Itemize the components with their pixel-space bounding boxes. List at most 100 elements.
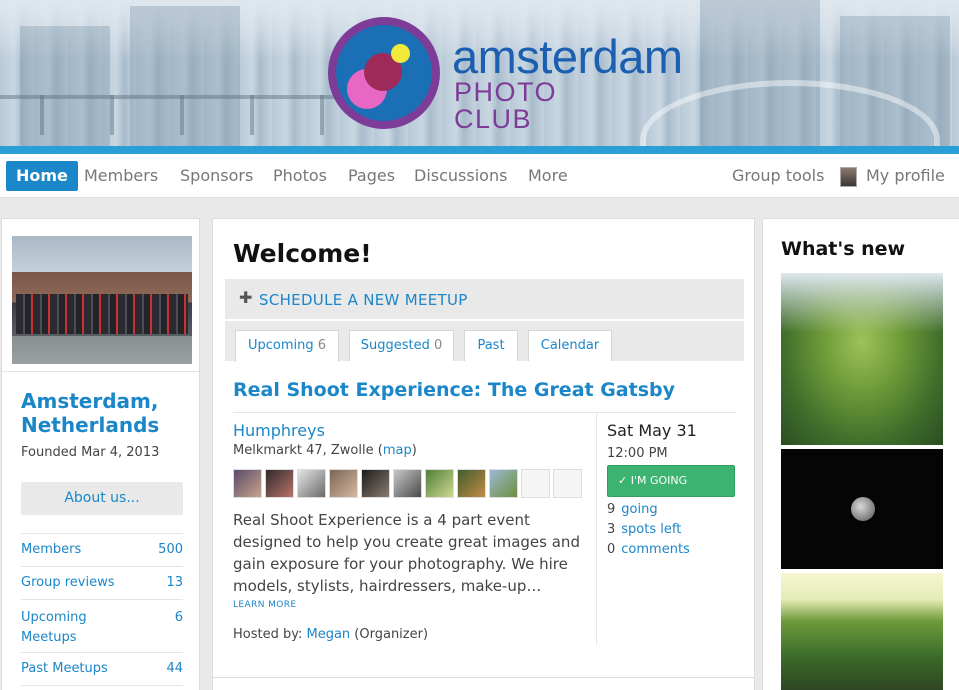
attendee-avatar[interactable]	[361, 469, 390, 498]
attendee-avatar[interactable]	[297, 469, 326, 498]
attendee-placeholder	[521, 469, 550, 498]
stat-divider	[21, 685, 183, 686]
nav-sponsors[interactable]: Sponsors	[180, 161, 253, 191]
im-going-button[interactable]: ✓ I'M GOING	[607, 465, 735, 497]
stat-label: Group reviews	[21, 575, 115, 590]
rsvp-count: 3	[607, 522, 616, 537]
photo-thumbnail[interactable]	[781, 449, 943, 569]
tab-count: 6	[317, 338, 327, 353]
stat-upcoming-meetups[interactable]: Upcoming Meetups 6	[21, 608, 183, 648]
photo-thumbnail[interactable]	[781, 273, 943, 445]
header-stripe	[0, 146, 959, 154]
nav-home[interactable]: Home	[6, 161, 78, 191]
tab-label: Past	[477, 338, 505, 353]
club-logo[interactable]: amsterdam PHOTO CLUB	[328, 17, 683, 133]
stat-value: 13	[166, 575, 183, 590]
rsvp-label[interactable]: spots left	[621, 522, 681, 537]
venue-address: Melkmarkt 47, Zwolle (map)	[233, 443, 417, 458]
rsvp-comments[interactable]: 0 comments	[607, 542, 690, 557]
banner-post	[180, 95, 184, 135]
nav-pages[interactable]: Pages	[348, 161, 395, 191]
banner-post	[320, 95, 324, 135]
nav-my-profile[interactable]: My profile	[866, 161, 945, 191]
schedule-meetup-link[interactable]: SCHEDULE A NEW MEETUP	[259, 291, 468, 309]
group-location[interactable]: Amsterdam, Netherlands	[21, 389, 191, 437]
hosted-prefix: Hosted by:	[233, 627, 307, 642]
sidebar-divider	[2, 371, 199, 372]
stat-divider	[21, 599, 183, 600]
whats-new-heading: What's new	[781, 238, 906, 260]
tab-label: Suggested	[360, 338, 430, 353]
event-title-link[interactable]: Real Shoot Experience: The Great Gatsby	[233, 379, 675, 401]
banner-post	[110, 95, 114, 135]
attendee-avatar[interactable]	[457, 469, 486, 498]
group-sidebar: Amsterdam, Netherlands Founded Mar 4, 20…	[1, 218, 200, 690]
event-description: Real Shoot Experience is a 4 part event …	[233, 511, 580, 595]
main-nav: Home Members Sponsors Photos Pages Discu…	[0, 154, 959, 198]
stat-value: 6	[174, 610, 183, 625]
nav-photos[interactable]: Photos	[273, 161, 327, 191]
attendee-avatar[interactable]	[425, 469, 454, 498]
tab-upcoming[interactable]: Upcoming 6	[235, 330, 339, 362]
venue-link[interactable]: Humphreys	[233, 421, 325, 440]
stat-label: Past Meetups	[21, 661, 108, 676]
rsvp-label[interactable]: going	[621, 502, 657, 517]
stat-divider	[21, 652, 183, 653]
banner-post	[250, 95, 254, 135]
attendee-avatar[interactable]	[265, 469, 294, 498]
nav-more[interactable]: More	[528, 161, 568, 191]
about-us-button[interactable]: About us...	[21, 482, 183, 515]
group-photo[interactable]	[12, 236, 192, 364]
stat-divider	[21, 566, 183, 567]
profile-avatar[interactable]	[840, 167, 857, 187]
rsvp-going[interactable]: 9 going	[607, 502, 658, 517]
map-link[interactable]: map	[383, 443, 412, 458]
nav-members[interactable]: Members	[84, 161, 158, 191]
tab-past[interactable]: Past	[464, 330, 518, 361]
tab-calendar[interactable]: Calendar	[528, 330, 612, 361]
stat-past-meetups[interactable]: Past Meetups 44	[21, 661, 183, 676]
header-banner: amsterdam PHOTO CLUB	[0, 0, 959, 146]
founded-date: Founded Mar 4, 2013	[21, 445, 160, 460]
event-bottom-divider	[213, 677, 754, 678]
rsvp-count: 9	[607, 502, 616, 517]
nav-discussions[interactable]: Discussions	[414, 161, 507, 191]
address-close: )	[411, 443, 417, 458]
event-divider	[233, 412, 736, 413]
main-content: Welcome! ✚ SCHEDULE A NEW MEETUP Upcomin…	[212, 218, 755, 690]
schedule-meetup-bar[interactable]: ✚ SCHEDULE A NEW MEETUP	[225, 279, 744, 319]
logo-mark-icon	[328, 17, 440, 129]
welcome-heading: Welcome!	[233, 239, 372, 268]
tab-suggested[interactable]: Suggested 0	[349, 330, 454, 361]
stat-divider	[21, 533, 183, 534]
tab-label: Calendar	[540, 338, 600, 353]
stat-value: 500	[158, 542, 183, 557]
attendee-avatar[interactable]	[329, 469, 358, 498]
attendee-placeholder	[553, 469, 582, 498]
tab-count: 0	[433, 338, 443, 353]
logo-text-amsterdam: amsterdam	[452, 30, 683, 83]
host-link[interactable]: Megan	[307, 627, 351, 642]
stat-group-reviews[interactable]: Group reviews 13	[21, 575, 183, 590]
attendee-avatar[interactable]	[233, 469, 262, 498]
attendee-avatar[interactable]	[489, 469, 518, 498]
photo-thumbnail[interactable]	[781, 573, 943, 690]
hosted-by: Hosted by: Megan (Organizer)	[233, 627, 428, 642]
event-time: 12:00 PM	[607, 446, 668, 461]
address-text: Melkmarkt 47, Zwolle (	[233, 443, 383, 458]
rsvp-count: 0	[607, 542, 616, 557]
attendee-avatar[interactable]	[393, 469, 422, 498]
learn-more-link[interactable]: LEARN MORE	[233, 600, 297, 610]
stat-label: Members	[21, 542, 82, 557]
event-date: Sat May 31	[607, 421, 697, 440]
meetup-tabs: Upcoming 6 Suggested 0 Past Calendar	[225, 321, 744, 362]
nav-group-tools[interactable]: Group tools	[732, 161, 824, 191]
stat-value: 44	[166, 661, 183, 676]
stat-label: Upcoming Meetups	[21, 610, 87, 645]
stat-members[interactable]: Members 500	[21, 542, 183, 557]
logo-text-photo-club: PHOTO CLUB	[454, 77, 558, 134]
attendee-avatars	[233, 469, 585, 499]
event-column-divider	[596, 413, 597, 645]
rsvp-label[interactable]: comments	[621, 542, 690, 557]
rsvp-spots-left[interactable]: 3 spots left	[607, 522, 681, 537]
